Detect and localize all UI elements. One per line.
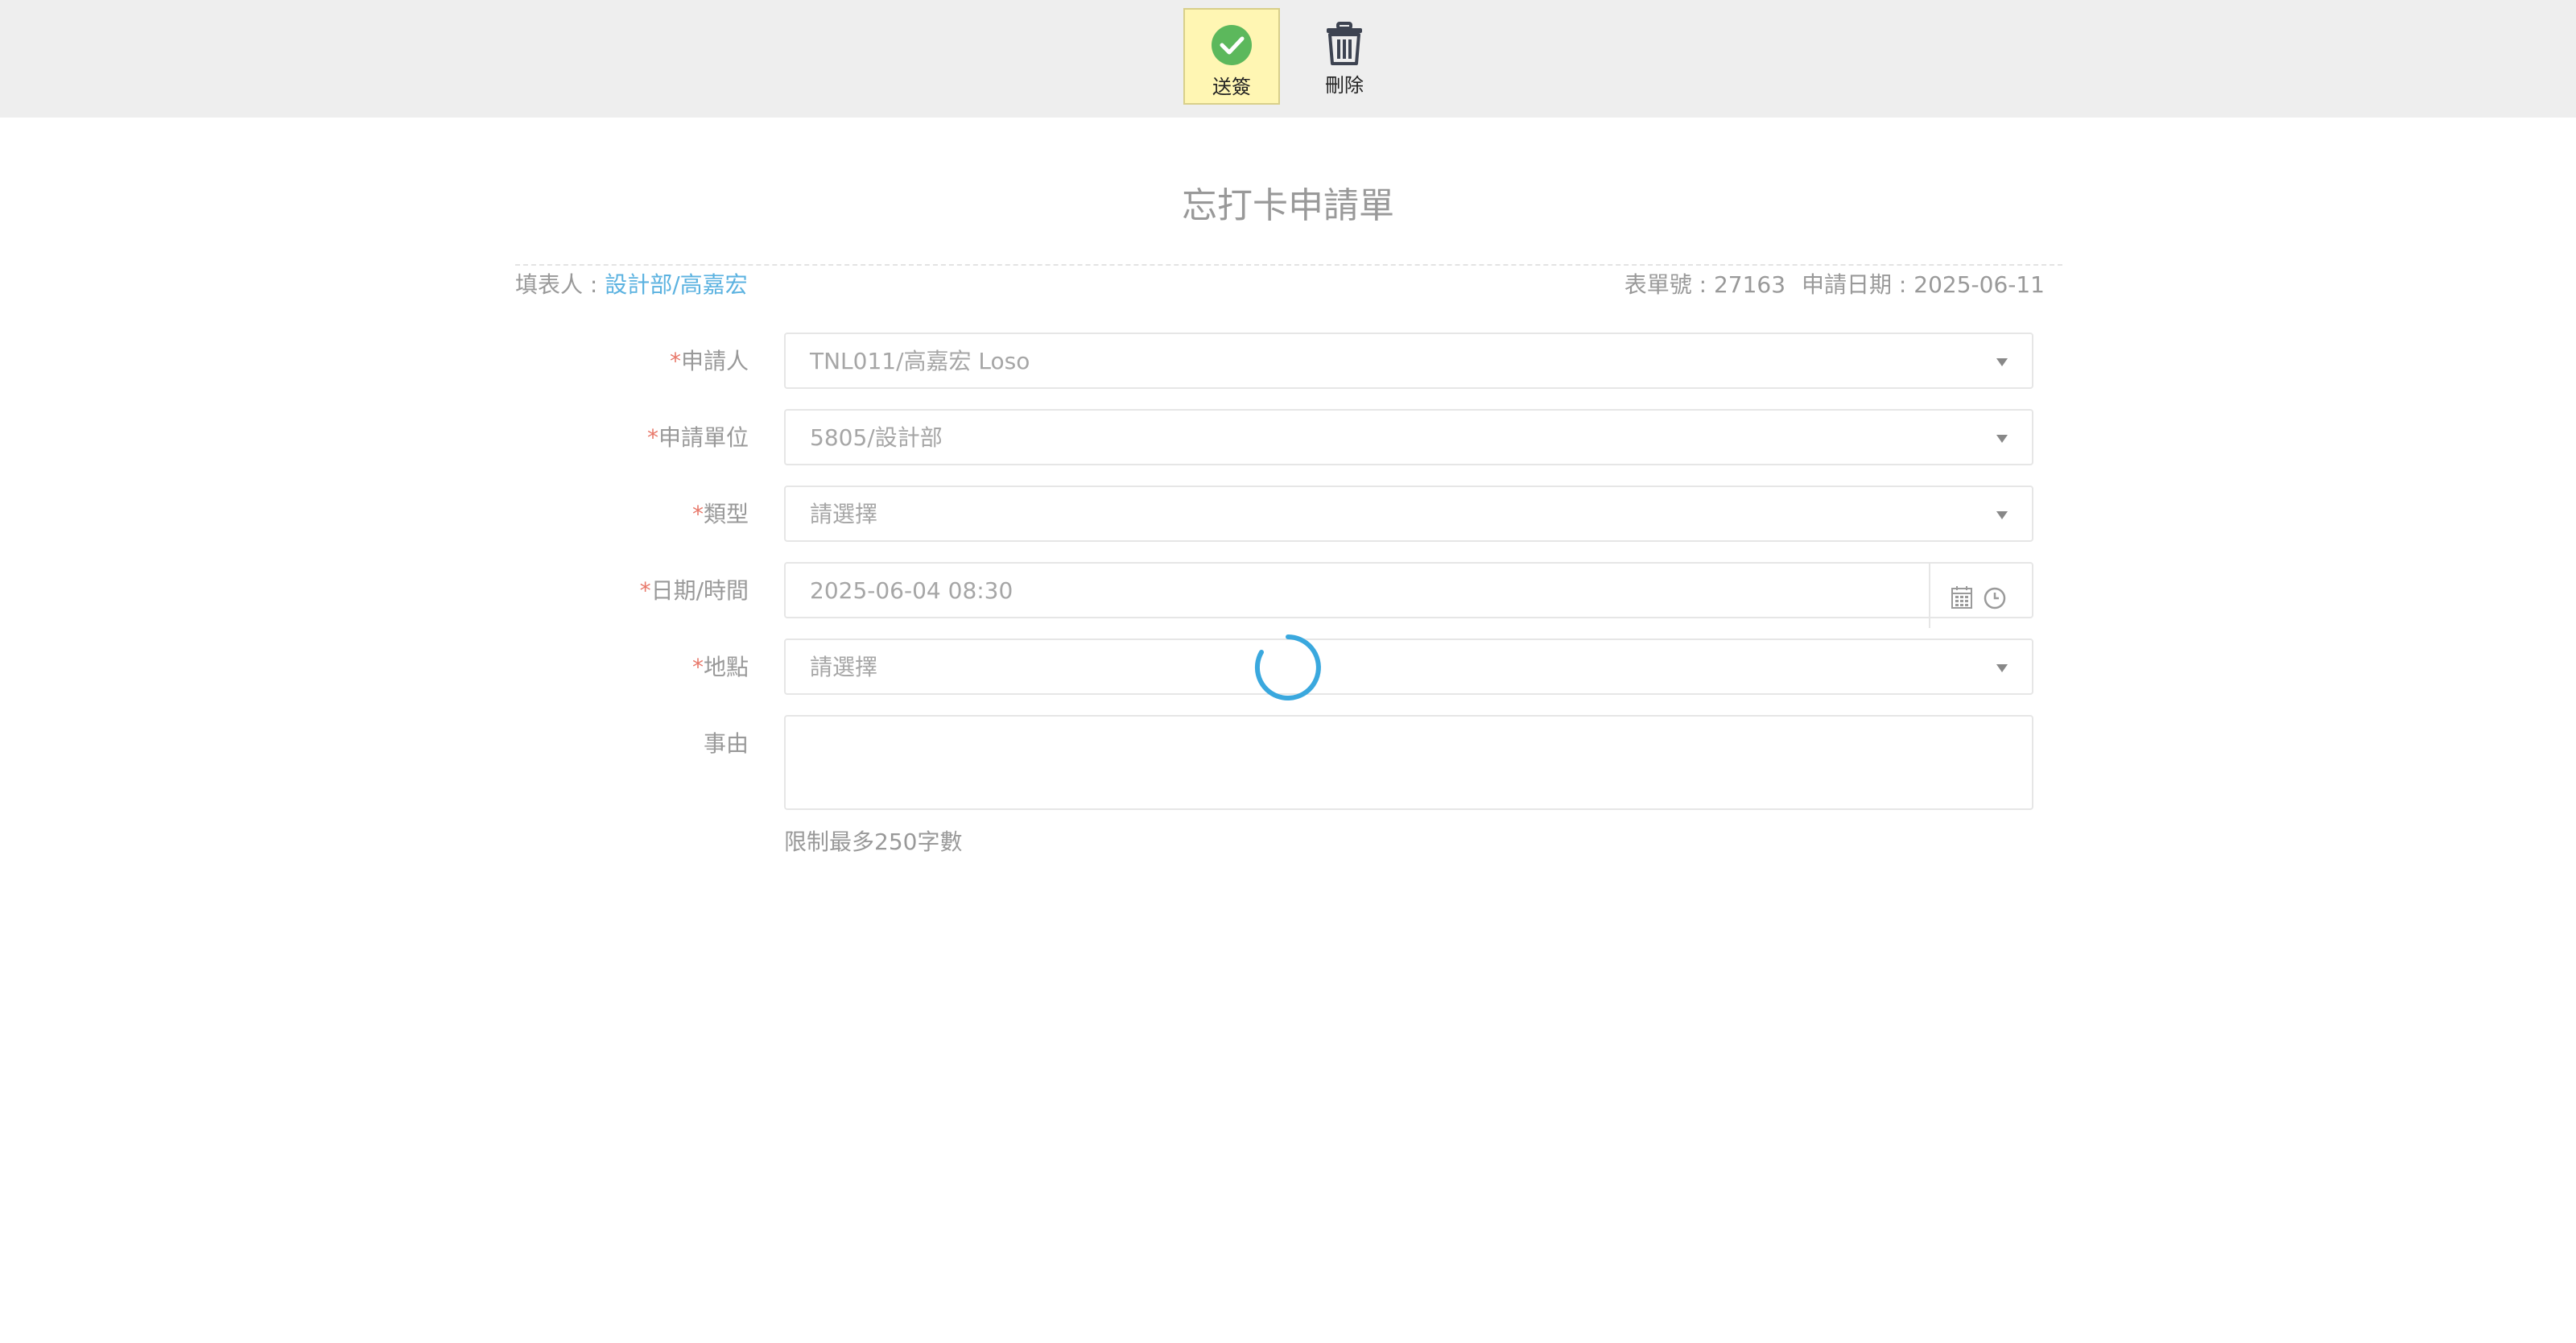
filler-link[interactable]: 設計部/高嘉宏 bbox=[605, 271, 747, 298]
type-select[interactable]: 請選擇 bbox=[784, 486, 2033, 542]
type-value: 請選擇 bbox=[810, 501, 878, 527]
chevron-down-icon bbox=[1996, 511, 2008, 519]
unit-label: *申請單位 bbox=[646, 424, 749, 451]
datetime-input[interactable]: 2025-06-04 08:30 bbox=[784, 562, 2033, 628]
loading-spinner bbox=[1254, 634, 1321, 700]
chevron-down-icon bbox=[1996, 435, 2008, 443]
datetime-picker-addon[interactable] bbox=[1929, 564, 2032, 628]
filler-label: 填表人 : bbox=[515, 271, 605, 298]
applicant-value: TNL011/高嘉宏 Loso bbox=[810, 348, 1030, 374]
top-toolbar: 送簽 刪除 bbox=[0, 0, 2576, 118]
reason-label: 事由 bbox=[703, 730, 749, 757]
required-mark: * bbox=[691, 501, 704, 527]
location-label: *地點 bbox=[691, 654, 749, 680]
form-meta: 表單號 : 27163 申請日期 : 2025-06-11 bbox=[1624, 269, 2045, 301]
location-select[interactable]: 請選擇 bbox=[784, 638, 2033, 695]
location-value: 請選擇 bbox=[810, 654, 878, 680]
submit-label: 送簽 bbox=[1212, 76, 1251, 98]
chevron-down-icon bbox=[1996, 358, 2008, 366]
unit-value: 5805/設計部 bbox=[810, 424, 943, 451]
apply-date: 申請日期 : 2025-06-11 bbox=[1802, 271, 2045, 298]
applicant-select[interactable]: TNL011/高嘉宏 Loso bbox=[784, 333, 2033, 389]
form-title: 忘打卡申請單 bbox=[1182, 185, 1394, 226]
required-mark: * bbox=[646, 424, 658, 451]
applicant-label: *申請人 bbox=[669, 348, 749, 374]
reason-textarea[interactable] bbox=[784, 715, 2033, 810]
required-mark: * bbox=[691, 654, 704, 680]
delete-button[interactable]: 刪除 bbox=[1296, 8, 1393, 105]
delete-label: 刪除 bbox=[1325, 74, 1364, 97]
clock-icon[interactable] bbox=[1984, 587, 2006, 610]
unit-select[interactable]: 5805/設計部 bbox=[784, 409, 2033, 465]
title-divider bbox=[515, 264, 2062, 266]
chevron-down-icon bbox=[1996, 664, 2008, 672]
form-filler: 填表人 : 設計部/高嘉宏 bbox=[515, 269, 748, 301]
calendar-icon[interactable] bbox=[1951, 586, 1972, 609]
reason-hint: 限制最多250字數 bbox=[784, 829, 963, 855]
check-circle-icon bbox=[1212, 25, 1252, 65]
datetime-value: 2025-06-04 08:30 bbox=[810, 577, 1013, 604]
type-label: *類型 bbox=[691, 501, 749, 527]
required-mark: * bbox=[669, 348, 681, 374]
trash-icon bbox=[1327, 22, 1362, 65]
form-number: 表單號 : 27163 bbox=[1624, 271, 1786, 298]
submit-button[interactable]: 送簽 bbox=[1183, 8, 1280, 105]
required-mark: * bbox=[639, 577, 651, 604]
datetime-label: *日期/時間 bbox=[639, 577, 749, 604]
